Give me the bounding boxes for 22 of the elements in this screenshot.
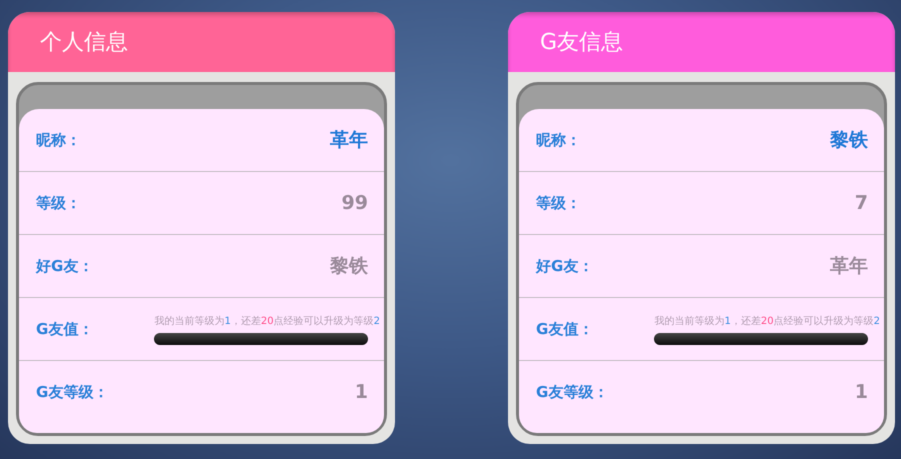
card-title: 个人信息 [40,29,128,57]
level-message: 我的当前等级为1，还差20点经验可以升级为等级2 [154,314,380,328]
field-value: 革年 [830,254,868,279]
field-label: 等级： [536,194,581,212]
field-value: 1 [854,381,868,403]
field-value: 黎铁 [830,128,868,153]
field-value: 黎铁 [330,254,368,279]
field-label: 好G友： [536,256,594,276]
field-value: 7 [854,192,868,214]
field-label: 昵称： [536,130,581,150]
field-label: 昵称： [36,130,81,150]
field-label: 好G友： [36,256,94,276]
field-label: 等级： [36,194,81,212]
field-label: G友等级： [36,382,108,402]
level-message: 我的当前等级为1，还差20点经验可以升级为等级2 [654,314,880,328]
card-title: G友信息 [540,29,624,57]
field-label: G友值： [36,320,94,338]
field-value: 99 [342,192,368,214]
field-label: G友等级： [536,382,608,402]
field-label: G友值： [536,320,594,338]
field-value: 革年 [330,128,368,153]
field-value: 1 [354,381,368,403]
